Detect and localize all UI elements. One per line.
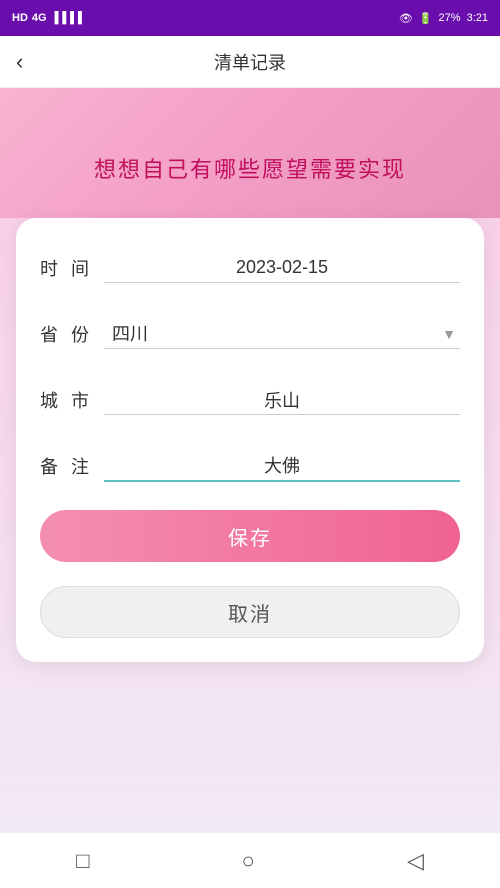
battery-label: 27%	[439, 12, 461, 24]
city-label: 城 市	[40, 387, 104, 413]
province-select[interactable]: 四川 北京 上海 广东 浙江	[104, 320, 460, 349]
note-row: 备 注	[40, 444, 460, 488]
form-card: 时 间 省 份 四川 北京 上海 广东 浙江 ▼	[16, 218, 484, 662]
back-triangle-icon[interactable]: ◁	[407, 848, 424, 874]
home-square-icon[interactable]: □	[76, 848, 89, 874]
signal-icon: ▐▐▐▐	[51, 12, 82, 24]
home-circle-icon[interactable]: ○	[242, 848, 255, 874]
city-value-container	[104, 385, 460, 415]
time-input[interactable]	[104, 253, 460, 283]
city-input[interactable]	[104, 385, 460, 415]
nav-bar: ‹ 清单记录	[0, 36, 500, 88]
save-button[interactable]: 保存	[40, 510, 460, 562]
note-label-text: 备 注	[40, 453, 93, 479]
province-select-container: 四川 北京 上海 广东 浙江 ▼	[104, 320, 460, 349]
status-bar: HD 4G ▐▐▐▐ 👁 🔋 27% 3:21	[0, 0, 500, 36]
province-row: 省 份 四川 北京 上海 广东 浙江 ▼	[40, 312, 460, 356]
time-label-text: 时 间	[40, 255, 93, 281]
eye-icon: 👁	[399, 12, 413, 25]
status-right: 👁 🔋 27% 3:21	[399, 12, 488, 25]
back-button[interactable]: ‹	[16, 49, 23, 75]
time-label: 3:21	[467, 12, 488, 24]
cancel-btn-row: 取消	[40, 574, 460, 638]
note-label: 备 注	[40, 453, 104, 479]
cancel-button[interactable]: 取消	[40, 586, 460, 638]
note-input[interactable]	[104, 451, 460, 482]
province-label-text: 省 份	[40, 321, 93, 347]
bottom-nav-bar: □ ○ ◁	[0, 832, 500, 888]
battery-icon: 🔋	[419, 12, 433, 25]
status-left: HD 4G ▐▐▐▐	[12, 12, 82, 24]
note-value-container	[104, 451, 460, 482]
banner-text: 想想自己有哪些愿望需要实现	[94, 152, 406, 184]
city-row: 城 市	[40, 378, 460, 422]
time-label: 时 间	[40, 255, 104, 281]
city-label-text: 城 市	[40, 387, 93, 413]
time-row: 时 间	[40, 246, 460, 290]
network-label: 4G	[32, 12, 47, 24]
hd-label: HD	[12, 12, 28, 24]
time-value-container	[104, 253, 460, 283]
page-title: 清单记录	[214, 49, 286, 75]
province-label: 省 份	[40, 321, 104, 347]
save-btn-row: 保存	[40, 510, 460, 562]
content-area: 时 间 省 份 四川 北京 上海 广东 浙江 ▼	[0, 218, 500, 858]
